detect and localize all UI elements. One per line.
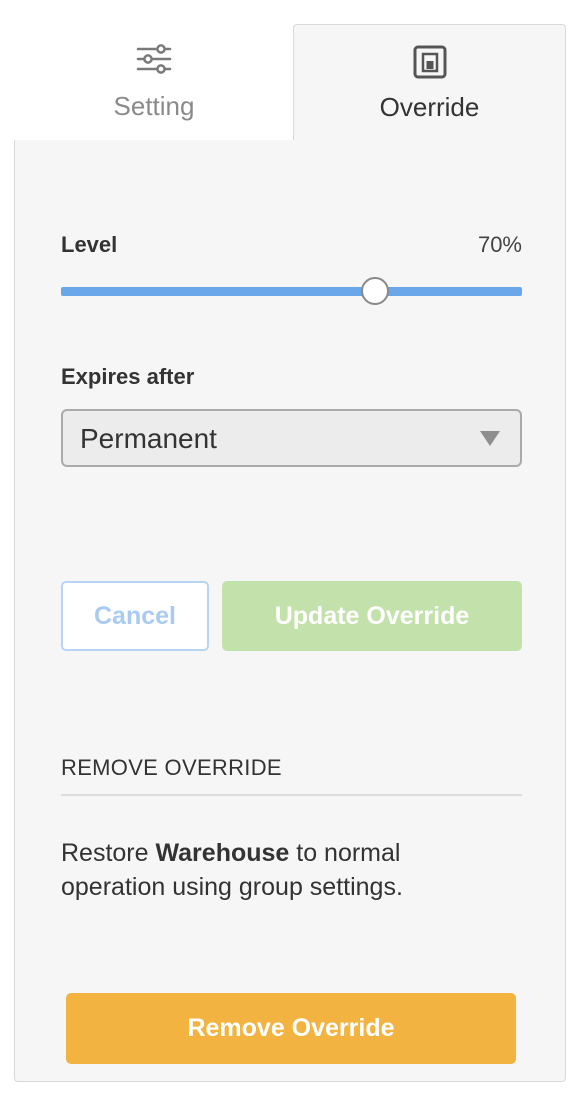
restore-text-prefix: Restore [61,839,156,867]
level-value: 70% [477,232,522,257]
level-slider-track[interactable] [61,287,522,296]
chevron-down-icon [480,431,500,446]
expires-select[interactable]: Permanent [61,409,522,467]
target-name: Warehouse [155,839,290,867]
expires-label: Expires after [61,364,195,389]
restore-description: Restore Warehouse to normal operation us… [61,836,501,904]
divider [61,794,522,796]
tab-setting-label: Setting [113,91,195,121]
remove-override-heading: REMOVE OVERRIDE [61,755,282,780]
tab-setting[interactable]: Setting [14,24,294,141]
update-override-button[interactable]: Update Override [222,581,522,651]
remove-override-button[interactable]: Remove Override [66,993,516,1064]
cancel-button[interactable]: Cancel [61,581,209,651]
tab-override[interactable]: Override [293,24,566,141]
sliders-icon [136,44,172,79]
override-box-icon [413,45,447,84]
level-slider-thumb[interactable] [361,277,389,305]
expires-select-value: Permanent [80,423,217,454]
tab-override-label: Override [379,92,480,122]
level-label: Level [61,232,118,257]
